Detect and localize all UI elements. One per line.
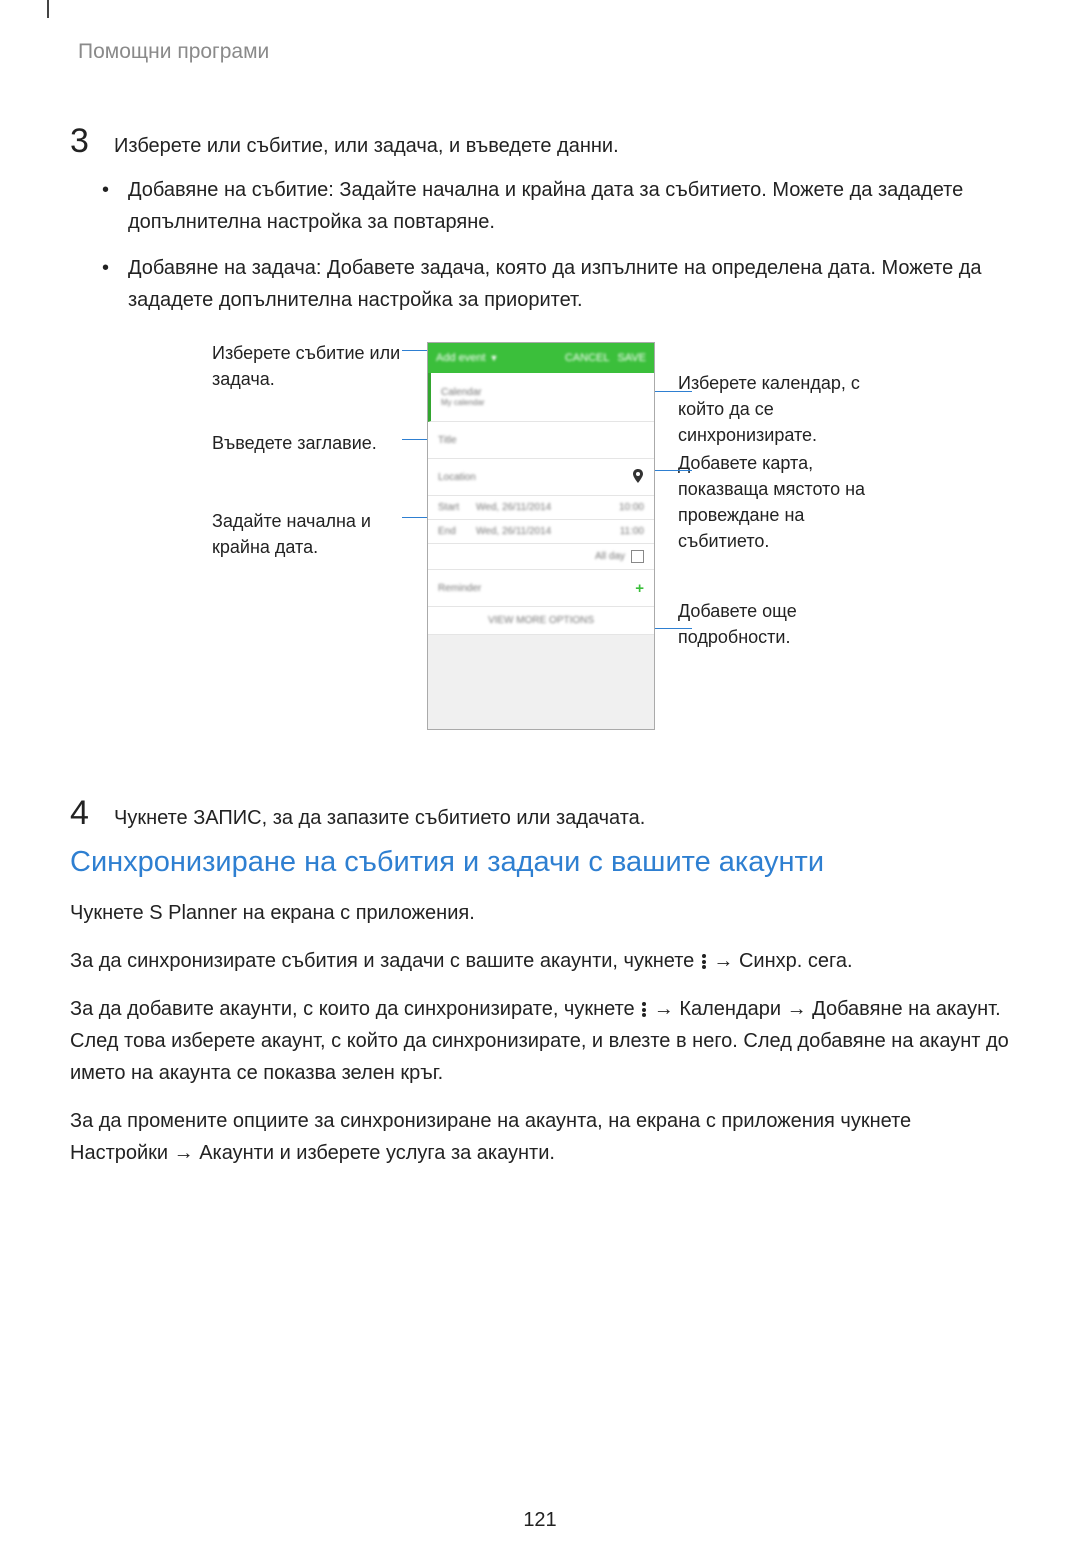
callout-add-map: Добавете карта, показваща мястото на про… (678, 450, 868, 554)
paragraph: За да добавите акаунти, с които да синхр… (70, 993, 1010, 1089)
section-title: Синхронизиране на събития и задачи с ваш… (70, 846, 1010, 879)
more-menu-icon (702, 953, 706, 971)
end-row[interactable]: End Wed, 26/11/2014 11:00 (428, 520, 654, 544)
breadcrumb: Помощни програми (78, 40, 1010, 64)
step-3: 3 Изберете или събитие, или задача, и въ… (70, 124, 1010, 162)
chevron-down-icon: ▼ (490, 353, 499, 363)
app-name: S Planner (149, 902, 237, 924)
text-fragment: , за да запазите събитието или задачата. (262, 807, 646, 829)
callout-enter-title: Въведете заглавие. (212, 430, 402, 456)
save-button[interactable]: SAVE (617, 352, 646, 364)
bullet-list: Добавяне на събитие: Задайте начална и к… (70, 174, 1010, 316)
calendar-sublabel: My calendar (441, 398, 485, 407)
step-text: Изберете или събитие, или задача, и въве… (114, 124, 619, 162)
phone-header: Add event ▼ CANCEL SAVE (428, 343, 654, 373)
start-time: 10:00 (619, 502, 644, 513)
allday-label: All day (595, 551, 625, 562)
text-fragment: За да синхронизирате събития и задачи с … (70, 950, 700, 972)
arrow-text: → (648, 998, 679, 1020)
title-row[interactable]: Title (428, 422, 654, 459)
arrow-text: → (708, 950, 739, 972)
title-placeholder: Title (438, 435, 457, 446)
menu-item-name: Синхр. сега (739, 950, 847, 972)
list-item: Добавяне на задача: Добавете задача, коя… (128, 252, 1010, 316)
start-label: Start (438, 502, 476, 513)
more-options-row[interactable]: VIEW MORE OPTIONS (428, 607, 654, 635)
arrow-text: → (168, 1142, 199, 1164)
calendar-label: Calendar (441, 387, 485, 398)
phone-mockup: Add event ▼ CANCEL SAVE Calendar My cale… (427, 342, 655, 730)
callout-choose-calendar: Изберете календар, с който да се синхрон… (678, 370, 868, 448)
menu-item-name: Добавяне на акаунт (812, 998, 995, 1020)
start-date: Wed, 26/11/2014 (476, 502, 619, 513)
reminder-label: Reminder (438, 583, 481, 594)
menu-item-name: Настройки (70, 1142, 168, 1164)
paragraph: За да промените опциите за синхронизиран… (70, 1105, 1010, 1169)
text-fragment: и изберете услуга за акаунти. (274, 1142, 555, 1164)
text-fragment: Чукнете (70, 902, 149, 924)
callout-more-details: Добавете още подробности. (678, 598, 868, 650)
paragraph: За да синхронизирате събития и задачи с … (70, 945, 1010, 977)
end-label: End (438, 526, 476, 537)
reminder-row[interactable]: Reminder + (428, 570, 654, 607)
calendar-row[interactable]: Calendar My calendar (428, 373, 654, 422)
text-fragment: . (847, 950, 853, 972)
menu-item-name: Календари (679, 998, 781, 1020)
bullet-label: Добавяне на събитие (128, 179, 328, 201)
add-event-dropdown[interactable]: Add event (436, 352, 486, 364)
text-fragment: За да промените опциите за синхронизиран… (70, 1110, 911, 1132)
text-fragment: За да добавите акаунти, с които да синхр… (70, 998, 640, 1020)
connector-line (652, 391, 692, 392)
text-fragment: на екрана с приложения. (237, 902, 475, 924)
callout-set-dates: Задайте начална и крайна дата. (212, 508, 402, 560)
location-row[interactable]: Location (428, 459, 654, 496)
location-pin-icon[interactable] (632, 469, 644, 486)
more-options-label: VIEW MORE OPTIONS (488, 615, 594, 626)
step-text: Чукнете ЗАПИС, за да запазите събитието … (114, 796, 645, 834)
save-keyword: ЗАПИС (193, 807, 261, 829)
allday-row[interactable]: All day (428, 544, 654, 570)
bullet-label: Добавяне на задача (128, 257, 316, 279)
location-placeholder: Location (438, 472, 476, 483)
plus-icon[interactable]: + (635, 580, 644, 597)
step-4: 4 Чукнете ЗАПИС, за да запазите събитиет… (70, 796, 1010, 834)
list-item: Добавяне на събитие: Задайте начална и к… (128, 174, 1010, 238)
figure: Изберете събитие или задача. Въведете за… (212, 336, 868, 736)
more-menu-icon (642, 1001, 646, 1019)
end-time: 11:00 (620, 526, 644, 537)
header-rule (47, 0, 49, 18)
arrow-text: → (781, 998, 812, 1020)
step-number: 4 (70, 796, 94, 830)
end-date: Wed, 26/11/2014 (476, 526, 620, 537)
cancel-button[interactable]: CANCEL (565, 352, 610, 364)
start-row[interactable]: Start Wed, 26/11/2014 10:00 (428, 496, 654, 520)
allday-checkbox[interactable] (631, 550, 644, 563)
text-fragment: Чукнете (114, 807, 193, 829)
menu-item-name: Акаунти (199, 1142, 274, 1164)
paragraph: Чукнете S Planner на екрана с приложения… (70, 897, 1010, 929)
step-number: 3 (70, 124, 94, 158)
callout-select-type: Изберете събитие или задача. (212, 340, 402, 392)
page-number: 121 (70, 1509, 1010, 1532)
